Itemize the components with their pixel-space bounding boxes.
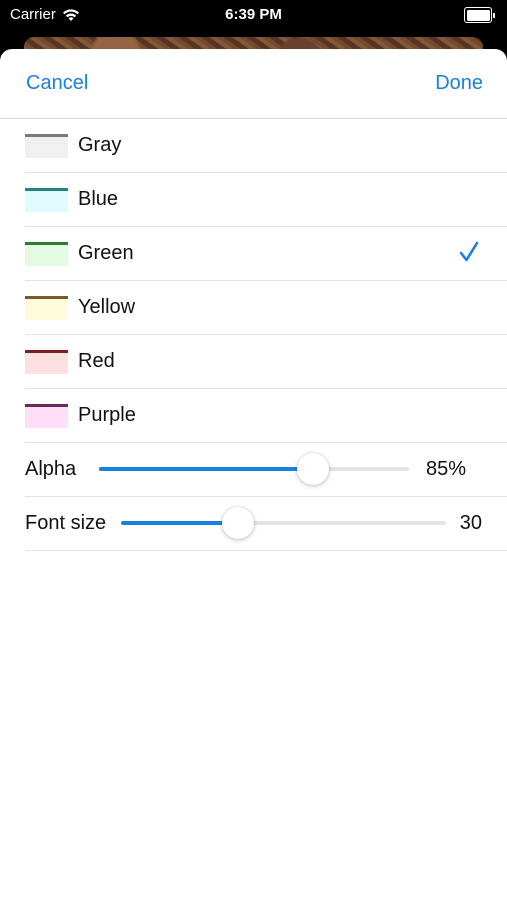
color-swatch (25, 133, 68, 158)
color-swatch (25, 403, 68, 428)
color-option-green[interactable]: Green (25, 227, 507, 281)
color-swatch (25, 187, 68, 212)
battery-icon (464, 7, 495, 23)
cancel-button[interactable]: Cancel (26, 72, 88, 95)
done-button[interactable]: Done (435, 72, 483, 95)
font-size-slider-thumb[interactable] (222, 507, 254, 539)
color-label: Blue (78, 188, 119, 210)
screen: Carrier 6:39 PM Cancel Done Gray Blue Gr… (0, 0, 507, 900)
color-label: Yellow (78, 296, 136, 318)
font-size-label: Font size (25, 512, 107, 534)
color-label: Purple (78, 404, 136, 426)
status-bar: Carrier 6:39 PM (0, 0, 507, 30)
font-size-slider-fill (121, 521, 238, 525)
color-label: Green (78, 242, 134, 264)
color-label: Gray (78, 134, 122, 156)
font-size-value: 30 (459, 512, 482, 534)
color-swatch (25, 241, 68, 266)
alpha-slider[interactable] (99, 453, 409, 485)
color-swatch (25, 349, 68, 374)
alpha-slider-fill (99, 467, 313, 471)
font-size-row: Font size 30 (25, 497, 507, 551)
alpha-label: Alpha (25, 458, 77, 480)
color-swatch (25, 295, 68, 320)
navigation-bar: Cancel Done (0, 49, 507, 119)
alpha-row: Alpha 85% (25, 443, 507, 497)
color-option-blue[interactable]: Blue (25, 173, 507, 227)
color-option-red[interactable]: Red (25, 335, 507, 389)
alpha-value: 85% (425, 458, 466, 480)
alpha-slider-thumb[interactable] (296, 453, 329, 485)
color-label: Red (78, 350, 115, 372)
color-option-yellow[interactable]: Yellow (25, 281, 507, 335)
status-time: 6:39 PM (225, 6, 282, 23)
font-size-slider[interactable] (121, 507, 446, 539)
settings-sheet: Cancel Done Gray Blue Green Yellow Red P… (0, 49, 507, 900)
color-option-gray[interactable]: Gray (25, 119, 507, 173)
color-list: Gray Blue Green Yellow Red Purple Alpha … (0, 119, 507, 551)
color-option-purple[interactable]: Purple (25, 389, 507, 443)
checkmark-icon (459, 241, 479, 262)
